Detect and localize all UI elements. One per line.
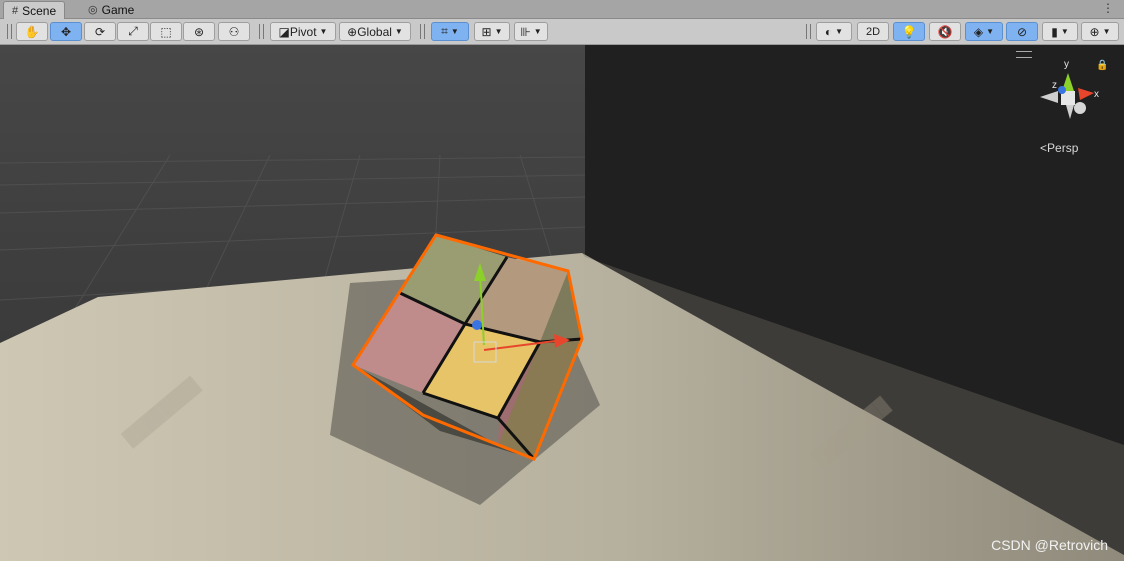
tab-label: Game [101,2,135,17]
custom-tool-button[interactable]: ⚇ [218,22,250,41]
chevron-down-icon: ▼ [1102,27,1111,36]
grid-snap-icon: ⌗ [441,24,448,38]
globe-icon: ⊕ [347,24,358,39]
move-tool-button[interactable]: ✥ [50,22,82,41]
layers-icon: ◈ [973,24,984,39]
ruler-icon: ⊪ [520,24,531,39]
transform-tool-button[interactable]: ⊛ [183,22,215,41]
space-dropdown[interactable]: ⊕ Global ▼ [339,22,411,41]
tab-label: Scene [22,3,57,18]
chevron-down-icon: ▼ [835,27,844,36]
projection-toggle[interactable]: <Persp [1040,141,1078,155]
toolbar-grip[interactable] [259,24,264,39]
rotate-icon: ⟳ [94,24,106,39]
toolbar-grip[interactable] [806,24,811,39]
gizmo-x-label: x [1094,89,1099,100]
gizmos-icon: ⊕ [1089,24,1100,39]
rotate-tool-button[interactable]: ⟳ [84,22,116,41]
mute-icon: 🔇 [937,24,953,39]
lighting-toggle-button[interactable]: 💡 [893,22,925,41]
scene-visibility-button[interactable]: ⊘ [1006,22,1038,41]
hidden-eye-icon: ⊘ [1016,24,1028,39]
grid-visibility-button[interactable]: ⊪ ▼ [514,22,548,41]
grid-snapping-button[interactable]: ⌗ ▼ [431,22,469,41]
pivot-icon: ◪ [278,24,290,39]
rect-tool-button[interactable]: ⬚ [150,22,182,41]
chevron-down-icon: ▼ [450,27,459,36]
chevron-down-icon: ▼ [394,27,403,36]
projection-label: Persp [1047,141,1079,155]
custom-tool-icon: ⚇ [228,24,240,39]
move-icon: ✥ [60,24,72,39]
gizmo-y-label: y [1064,59,1069,70]
chevron-down-icon: ▼ [533,27,542,36]
effects-dropdown[interactable]: ◈ ▼ [965,22,1003,41]
scale-tool-button[interactable]: ⤢ [117,22,149,41]
scene-render: ████████ ████████ y x z [0,45,1124,561]
scene-viewport[interactable]: ████████ ████████ y x z 🔒 <Persp CSDN @R… [0,45,1124,561]
2d-toggle-button[interactable]: 2D [857,22,889,41]
more-options-icon[interactable]: ⋮ [1102,1,1114,15]
tab-game[interactable]: ◎ Game [80,1,142,18]
chevron-down-icon: ▼ [986,27,995,36]
space-label: Global [357,24,392,39]
gamepad-icon: ◎ [88,4,98,16]
toolbar-grip[interactable] [420,24,425,39]
persp-chevron-icon: < [1040,141,1048,155]
scale-icon: ⤢ [128,24,138,38]
shading-icon: ◐ [824,24,833,39]
pivot-dropdown[interactable]: ◪ Pivot ▼ [270,22,336,41]
2d-label: 2D [865,25,881,38]
gizmo-z-cone [1058,86,1066,94]
grid-icon: # [12,4,19,17]
toolbar-grip[interactable] [7,24,12,39]
gizmo-negz [1074,102,1086,114]
gizmo-z-label: z [1052,80,1057,91]
transform-icon: ⊛ [193,24,205,39]
pivot-label: Pivot [289,24,317,39]
camera-settings-dropdown[interactable]: ▮ ▼ [1042,22,1078,41]
chevron-down-icon: ▼ [494,27,503,36]
light-bulb-icon: 💡 [901,24,917,39]
z-axis-handle[interactable] [472,320,482,330]
shading-mode-dropdown[interactable]: ◐ ▼ [816,22,852,41]
tab-scene[interactable]: # Scene [3,1,66,19]
rect-icon: ⬚ [160,24,172,39]
gizmo-menu-icon[interactable] [1016,51,1032,58]
hand-tool-button[interactable]: ✋ [16,22,48,41]
scene-toolbar: ✋ ✥ ⟳ ⤢ ⬚ ⊛ ⚇ ◪ Pivot ▼ ⊕ Global ▼ ⌗ ▼ ⊞… [0,19,1124,45]
credit-text: CSDN @Retrovich [991,537,1108,553]
hand-icon: ✋ [24,24,40,39]
chevron-down-icon: ▼ [1060,27,1069,36]
audio-toggle-button[interactable]: 🔇 [929,22,961,41]
camera-icon: ▮ [1051,24,1058,39]
lock-icon[interactable]: 🔒 [1096,60,1108,71]
increment-snap-button[interactable]: ⊞ ▼ [474,22,510,41]
tab-bar: # Scene ◎ Game ⋮ [0,0,1124,19]
gizmos-dropdown[interactable]: ⊕ ▼ [1081,22,1119,41]
chevron-down-icon: ▼ [319,27,328,36]
magnet-icon: ⊞ [481,24,492,39]
